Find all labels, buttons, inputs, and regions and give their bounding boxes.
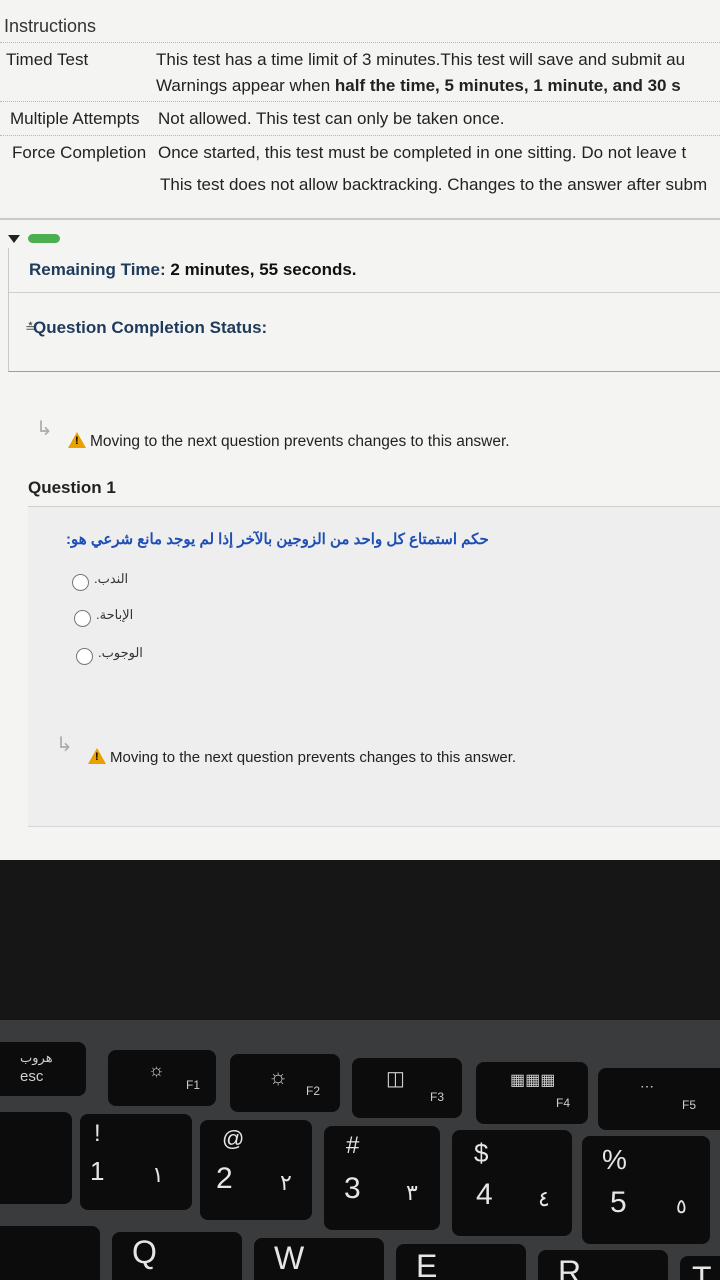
timed-test-value: This test has a time limit of 3 minutes.… <box>156 50 686 69</box>
answer-option-label[interactable]: الوجوب. <box>98 645 143 661</box>
r-key-label: R <box>558 1254 582 1280</box>
divider <box>28 826 720 827</box>
key-4-arabic: ٤ <box>538 1186 550 1211</box>
f1-label: F1 <box>186 1078 201 1092</box>
key-4-top: $ <box>474 1138 489 1168</box>
f4-label: F4 <box>556 1096 571 1110</box>
backtracking-value: This test does not allow backtracking. C… <box>160 175 708 194</box>
question-completion-status-toggle[interactable]: Question Completion Status: <box>33 318 267 338</box>
divider <box>0 42 720 43</box>
browser-screen: Instructions Timed Test This test has a … <box>0 0 720 860</box>
test-status-panel: Remaining Time: 2 minutes, 55 seconds. ≛… <box>8 248 720 372</box>
navigation-warning-text: Moving to the next question prevents cha… <box>110 749 517 766</box>
answer-option-label[interactable]: الإباحة. <box>96 607 133 623</box>
f2-label: F2 <box>306 1084 321 1098</box>
f2-key[interactable]: ☼ F2 <box>230 1054 340 1112</box>
navigation-warning: Moving to the next question prevents cha… <box>68 432 510 451</box>
divider <box>0 101 720 102</box>
t-key-label: T <box>692 1260 712 1280</box>
force-completion-label: Force Completion <box>12 143 147 162</box>
launchpad-icon: ▦▦▦ <box>510 1072 556 1089</box>
backtick-key[interactable] <box>0 1112 72 1204</box>
divider <box>0 135 720 136</box>
instructions-heading: Instructions <box>4 16 97 36</box>
r-key[interactable]: R <box>538 1250 668 1280</box>
warning-icon <box>68 432 86 448</box>
key-3[interactable]: # 3 ٣ <box>324 1126 440 1230</box>
key-3-top: # <box>346 1132 360 1159</box>
navigation-warning: Moving to the next question prevents cha… <box>88 748 516 766</box>
w-key[interactable]: W <box>254 1238 384 1280</box>
f4-key[interactable]: ▦▦▦ F4 <box>476 1062 588 1124</box>
return-arrow-icon: ↳ <box>56 734 73 756</box>
q-key-label: Q <box>132 1234 157 1270</box>
key-5-arabic: ٥ <box>676 1196 687 1218</box>
mission-control-icon: ◫ <box>386 1068 405 1090</box>
divider <box>9 292 720 293</box>
return-arrow-icon: ↳ <box>36 418 53 440</box>
question-text: حكم استمتاع كل واحد من الزوجين بالآخر إذ… <box>66 531 489 548</box>
key-5-top: % <box>602 1144 627 1175</box>
f1-key[interactable]: ☼ F1 <box>108 1050 216 1106</box>
warnings-text: Warnings appear when <box>156 76 335 95</box>
key-2-top: @ <box>222 1126 245 1151</box>
keyboard-light-icon: ⋯ <box>640 1078 654 1094</box>
timed-test-label: Timed Test <box>6 50 89 69</box>
collapse-arrow-icon[interactable] <box>8 235 20 243</box>
force-completion-value: Once started, this test must be complete… <box>158 143 687 162</box>
key-1-main: 1 <box>90 1156 105 1186</box>
esc-arabic-label: هروب <box>20 1050 53 1065</box>
multiple-attempts-label: Multiple Attempts <box>10 109 140 128</box>
e-key[interactable]: E <box>396 1244 526 1280</box>
key-1[interactable]: ! 1 ١ <box>80 1114 192 1210</box>
brightness-down-icon: ☼ <box>148 1060 165 1080</box>
question-title: Question 1 <box>28 478 116 497</box>
key-2-arabic: ٢ <box>280 1170 292 1195</box>
section-divider <box>0 218 720 220</box>
key-4[interactable]: $ 4 ٤ <box>452 1130 572 1236</box>
key-4-main: 4 <box>476 1178 493 1211</box>
e-key-label: E <box>416 1248 438 1280</box>
key-5[interactable]: % 5 ٥ <box>582 1136 710 1244</box>
key-1-arabic: ١ <box>152 1162 164 1187</box>
question-panel <box>28 506 720 826</box>
w-key-label: W <box>274 1240 305 1276</box>
t-key[interactable]: T <box>680 1256 720 1280</box>
warnings-bold: half the time, 5 minutes, 1 minute, and … <box>334 76 681 95</box>
remaining-time-value: 2 minutes, 55 seconds. <box>170 260 357 279</box>
esc-key[interactable]: هروب esc <box>0 1042 86 1096</box>
radio-button[interactable] <box>72 574 89 591</box>
remaining-time-label: Remaining Time: <box>29 260 166 279</box>
laptop-bezel <box>0 860 720 1020</box>
f3-label: F3 <box>430 1090 445 1104</box>
key-2-main: 2 <box>216 1162 233 1195</box>
navigation-warning-text: Moving to the next question prevents cha… <box>90 433 510 450</box>
brightness-up-icon: ☼ <box>268 1064 289 1089</box>
radio-button[interactable] <box>76 648 93 665</box>
f5-label: F5 <box>682 1098 697 1112</box>
f3-key[interactable]: ◫ F3 <box>352 1058 462 1118</box>
progress-indicator <box>28 234 60 243</box>
multiple-attempts-value: Not allowed. This test can only be taken… <box>158 109 505 128</box>
key-2[interactable]: @ 2 ٢ <box>200 1120 312 1220</box>
key-3-arabic: ٣ <box>406 1180 418 1205</box>
radio-button[interactable] <box>74 610 91 627</box>
warning-icon <box>88 748 106 764</box>
key-3-main: 3 <box>344 1172 361 1205</box>
tab-key[interactable] <box>0 1226 100 1280</box>
remaining-time: Remaining Time: 2 minutes, 55 seconds. <box>29 260 357 280</box>
q-key[interactable]: Q <box>112 1232 242 1280</box>
esc-label: esc <box>20 1068 44 1085</box>
key-5-main: 5 <box>610 1186 627 1219</box>
f5-key[interactable]: ⋯ F5 <box>598 1068 720 1130</box>
key-1-top: ! <box>94 1120 101 1147</box>
keyboard: هروب esc ☼ F1 ☼ F2 ◫ F3 ▦▦▦ F4 ⋯ F5 ! 1 … <box>0 1020 720 1280</box>
answer-option-label[interactable]: الندب. <box>94 571 128 587</box>
